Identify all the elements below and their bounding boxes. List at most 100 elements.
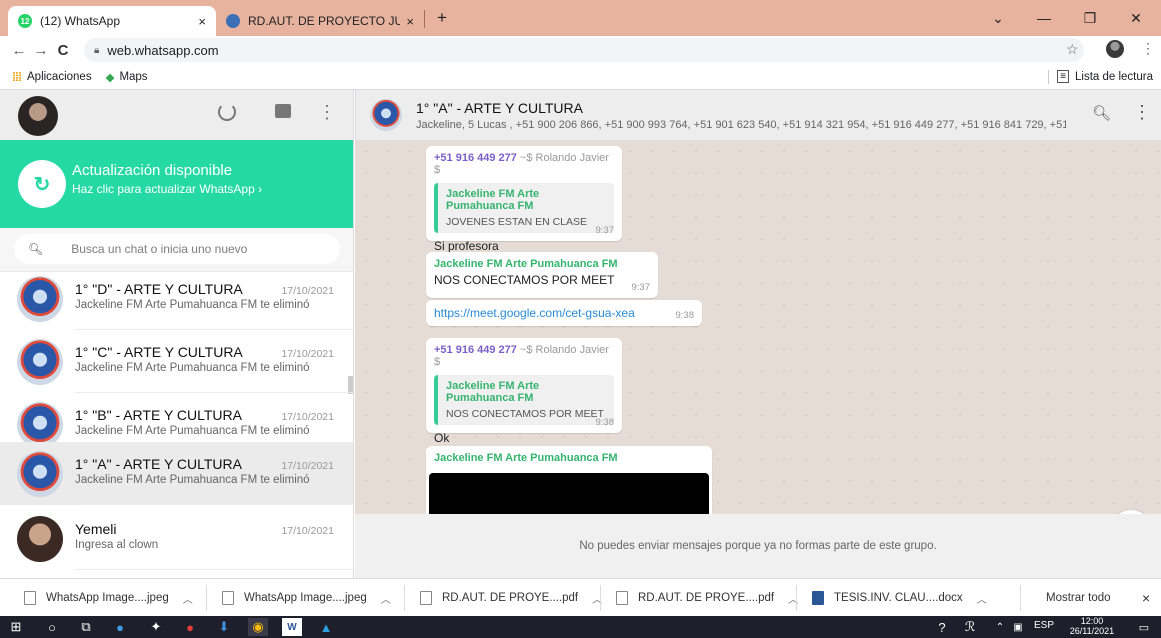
- user-avatar[interactable]: [18, 96, 58, 136]
- bookmark-maps[interactable]: Maps: [119, 71, 147, 83]
- photos-icon[interactable]: ▲: [316, 618, 336, 636]
- message-bubble: https://meet.google.com/cet-gsua-xea 9:3…: [426, 300, 702, 326]
- search-bar: 🔍︎ Busca un chat o inicia uno nuevo: [0, 228, 353, 272]
- message-text: Ok: [434, 431, 450, 445]
- chat-item-1c[interactable]: 1° "C" - ARTE Y CULTURA 17/10/2021 Jacke…: [0, 330, 353, 393]
- profile-avatar[interactable]: [1106, 40, 1124, 58]
- download-icon[interactable]: ⬇: [214, 618, 234, 636]
- minimize-icon[interactable]: —: [1021, 6, 1067, 30]
- bookmark-apps[interactable]: Aplicaciones: [27, 71, 92, 83]
- language-indicator[interactable]: ESP: [1034, 620, 1054, 631]
- conversation-header[interactable]: 1° "A" - ARTE Y CULTURA Jackeline, 5 Luc…: [355, 90, 1161, 140]
- url-text: web.whatsapp.com: [107, 42, 219, 58]
- chat-item-yemeli[interactable]: Yemeli 17/10/2021 Ingresa al clown: [0, 507, 353, 570]
- chevron-up-icon[interactable]: ︿: [977, 591, 987, 606]
- start-icon[interactable]: ⊞: [6, 618, 26, 636]
- apps-grid-icon: ⁞⁞⁞: [12, 69, 22, 84]
- status-icon[interactable]: [218, 103, 236, 121]
- chevron-up-icon[interactable]: ︿: [183, 591, 193, 606]
- forward-icon[interactable]: →: [30, 42, 52, 59]
- clock-date: 26/11/2021: [1069, 626, 1115, 636]
- new-chat-icon[interactable]: [275, 104, 291, 118]
- message-bubble: Jackeline FM Arte Pumahuanca FM: [426, 446, 712, 514]
- divider: [796, 585, 797, 611]
- close-tab-icon[interactable]: ×: [406, 14, 414, 29]
- window-close-icon[interactable]: ✕: [1113, 6, 1159, 30]
- help-icon[interactable]: ?: [932, 618, 952, 636]
- image-thumbnail[interactable]: [429, 473, 709, 514]
- menu-icon[interactable]: ⋮: [1133, 102, 1151, 123]
- clock[interactable]: 12:00 26/11/2021: [1064, 616, 1120, 636]
- chat-date: 17/10/2021: [281, 411, 334, 423]
- download-item[interactable]: RD.AUT. DE PROYE....pdf ︿: [420, 587, 602, 609]
- message-bubble: Jackeline FM Arte Pumahuanca FM NOS CONE…: [426, 252, 658, 298]
- message-area: +51 916 449 277 ~$ Rolando Javier $ Jack…: [355, 140, 1161, 514]
- download-item[interactable]: TESIS.INV. CLAU....docx ︿: [812, 587, 987, 609]
- chevron-up-icon[interactable]: ︿: [381, 591, 391, 606]
- left-header: ⋮: [0, 90, 353, 140]
- quote-sender: Jackeline FM Arte Pumahuanca FM: [446, 380, 540, 404]
- sender-name: Jackeline FM Arte Pumahuanca FM: [434, 258, 618, 270]
- people-icon[interactable]: ℛ: [960, 618, 980, 636]
- download-item[interactable]: WhatsApp Image....jpeg ︿: [24, 587, 193, 609]
- meet-link[interactable]: https://meet.google.com/cet-gsua-xea: [434, 306, 694, 320]
- task-view-icon[interactable]: ⧉: [76, 618, 96, 636]
- search-icon[interactable]: 🔍︎: [1092, 104, 1111, 122]
- pdf-file-icon: [616, 591, 628, 605]
- group-members: Jackeline, 5 Lucas , +51 900 206 866, +5…: [416, 119, 1066, 131]
- chat-preview: Ingresa al clown: [75, 539, 159, 551]
- edge-icon[interactable]: ●: [110, 618, 130, 636]
- message-time: 9:37: [631, 282, 651, 293]
- download-item[interactable]: RD.AUT. DE PROYE....pdf ︿: [616, 587, 798, 609]
- chrome-icon[interactable]: ◉: [248, 618, 268, 636]
- quoted-message[interactable]: Jackeline FM Arte Pumahuanca FM JOVENES …: [434, 183, 614, 233]
- chat-item-1a-selected[interactable]: 1° "A" - ARTE Y CULTURA 17/10/2021 Jacke…: [0, 442, 353, 505]
- word-file-icon: [812, 591, 824, 605]
- download-filename: WhatsApp Image....jpeg: [244, 592, 367, 604]
- bookmark-star-icon[interactable]: ☆: [1066, 41, 1079, 58]
- chrome-menu-icon[interactable]: ⋮: [1141, 40, 1155, 57]
- download-item[interactable]: WhatsApp Image....jpeg ︿: [222, 587, 391, 609]
- search-icon[interactable]: ○: [42, 618, 62, 636]
- contact-avatar: [17, 515, 63, 562]
- tab-whatsapp[interactable]: 12 (12) WhatsApp ×: [8, 6, 216, 36]
- dropbox-icon[interactable]: ✦: [146, 618, 166, 636]
- network-icon[interactable]: ▣: [1008, 618, 1028, 636]
- maps-icon: ◆: [105, 71, 115, 84]
- new-tab-button[interactable]: +: [430, 8, 454, 30]
- download-filename: TESIS.INV. CLAU....docx: [834, 592, 963, 604]
- tab-search-icon[interactable]: ⌄: [975, 6, 1021, 30]
- chevron-up-icon[interactable]: ⌃: [990, 618, 1010, 636]
- app-icon[interactable]: ●: [180, 618, 200, 636]
- browser-tab-strip: 12 (12) WhatsApp × RD.AUT. DE PROYECTO J…: [0, 0, 1161, 36]
- reading-list-button[interactable]: Lista de lectura: [1075, 71, 1153, 83]
- close-tab-icon[interactable]: ×: [198, 14, 206, 29]
- maximize-icon[interactable]: ❐: [1067, 6, 1113, 30]
- address-bar[interactable]: 🔒︎ web.whatsapp.com: [84, 38, 1084, 62]
- chat-item-1d[interactable]: 1° "D" - ARTE Y CULTURA 17/10/2021 Jacke…: [0, 267, 353, 330]
- quoted-message[interactable]: Jackeline FM Arte Pumahuanca FM NOS CONE…: [434, 375, 614, 425]
- chat-date: 17/10/2021: [281, 525, 334, 537]
- back-icon[interactable]: ←: [8, 42, 30, 59]
- search-input[interactable]: 🔍︎ Busca un chat o inicia uno nuevo: [14, 234, 340, 264]
- lock-icon: 🔒︎: [94, 44, 100, 56]
- search-placeholder: Busca un chat o inicia uno nuevo: [71, 242, 248, 256]
- tab-rd-aut[interactable]: RD.AUT. DE PROYECTO JUDITH C ×: [216, 6, 424, 36]
- group-avatar: [17, 275, 63, 322]
- update-title: Actualización disponible: [72, 162, 233, 179]
- chat-preview: Jackeline FM Arte Pumahuanca FM te elimi…: [75, 474, 310, 486]
- close-downloads-icon[interactable]: ×: [1142, 587, 1150, 609]
- quote-text: JOVENES ESTAN EN CLASE: [446, 216, 588, 228]
- conversation-title: 1° "A" - ARTE Y CULTURA: [416, 100, 583, 116]
- tab-title: (12) WhatsApp: [40, 14, 121, 28]
- group-avatar[interactable]: [370, 99, 402, 131]
- refresh-icon: ↻: [18, 160, 66, 208]
- update-banner[interactable]: ↻ Actualización disponible Haz clic para…: [0, 140, 353, 228]
- reload-icon[interactable]: C: [52, 42, 74, 59]
- message-time: 9:37: [595, 225, 615, 236]
- word-icon[interactable]: W: [282, 618, 302, 636]
- notifications-icon[interactable]: ▭: [1134, 618, 1154, 636]
- conversation-panel: 1° "A" - ARTE Y CULTURA Jackeline, 5 Luc…: [355, 90, 1161, 578]
- show-all-button[interactable]: Mostrar todo: [1046, 587, 1111, 609]
- menu-icon[interactable]: ⋮: [318, 102, 336, 123]
